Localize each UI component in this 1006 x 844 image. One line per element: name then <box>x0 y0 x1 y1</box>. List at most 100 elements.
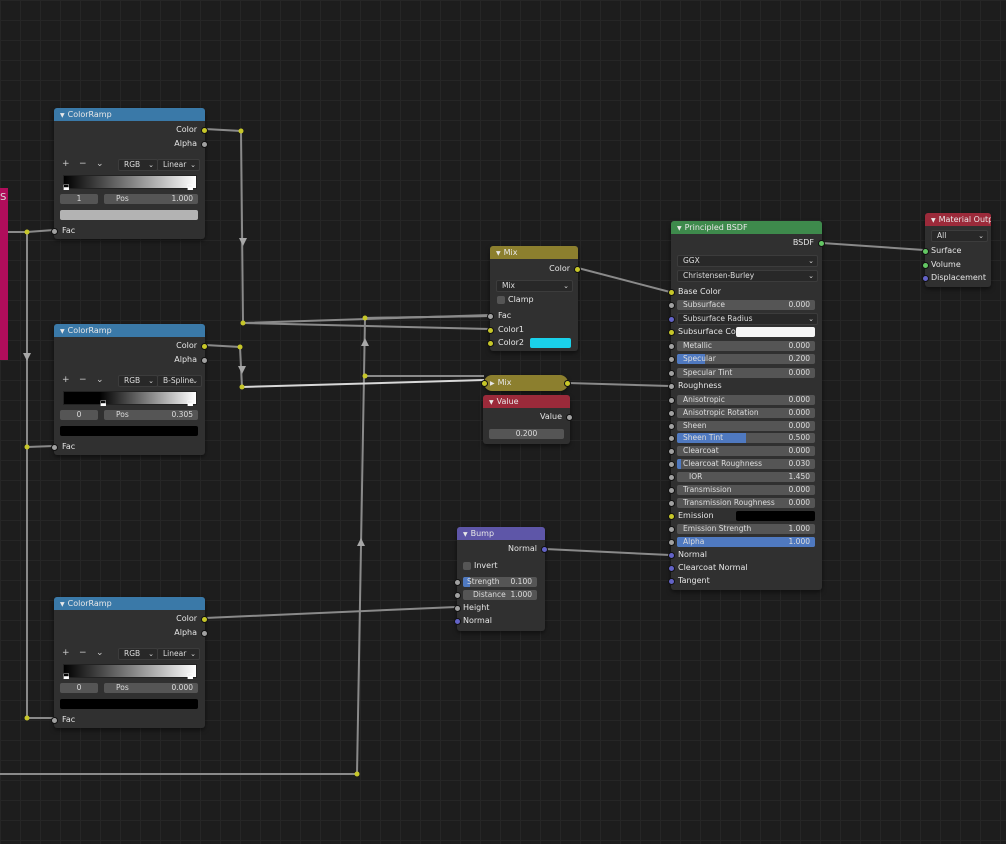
input-sheen-tint-socket[interactable] <box>668 435 675 442</box>
input-height-socket[interactable] <box>454 605 461 612</box>
specular-field[interactable]: Specular 0.200 <box>677 354 815 364</box>
add-stop-button[interactable]: + <box>62 648 70 658</box>
output-color-socket[interactable] <box>564 380 571 387</box>
bump-node[interactable]: ▼ Bump Normal Invert Strength 0.100 Distan… <box>454 527 548 631</box>
emission-strength-field[interactable]: Emission Strength 1.000 <box>677 524 815 534</box>
ramp-menu-button[interactable]: ⌄ <box>96 648 104 658</box>
input-color2-socket[interactable] <box>487 340 494 347</box>
ramp-menu-button[interactable]: ⌄ <box>96 159 104 169</box>
input-tangent-socket[interactable] <box>668 578 675 585</box>
value-node[interactable]: ▼ Value Value 0.200 <box>483 395 573 444</box>
stop-color-swatch[interactable] <box>60 210 198 220</box>
stop-handle-1[interactable]: ⬓ <box>187 399 194 407</box>
input-ior-socket[interactable] <box>668 474 675 481</box>
input-clearcoat-roughness-socket[interactable] <box>668 461 675 468</box>
stop-handle-1[interactable]: ⬓ <box>187 672 194 680</box>
color-ramp-gradient[interactable] <box>63 391 197 405</box>
colorramp-node-2[interactable]: ▼ ColorRamp Color Alpha + − ⌄ RGB ⌄ B-Spli… <box>51 324 208 455</box>
input-fac-socket[interactable] <box>51 444 58 451</box>
output-color-socket[interactable] <box>201 616 208 623</box>
input-clearcoat-socket[interactable] <box>668 448 675 455</box>
clamp-checkbox[interactable] <box>497 296 505 304</box>
interpolation-dropdown[interactable]: Linear ⌄ <box>157 159 200 171</box>
subsurface-field[interactable]: Subsurface 0.000 <box>677 300 815 310</box>
target-dropdown[interactable]: All ⌄ <box>931 230 988 242</box>
stop-handle-0[interactable]: ⬓ <box>100 399 107 407</box>
stop-index-field[interactable]: 0 <box>60 410 98 420</box>
input-emission-socket[interactable] <box>668 513 675 520</box>
node-header[interactable]: ▼ ColorRamp <box>54 108 205 121</box>
stop-handle-0[interactable]: ⬓ <box>63 672 70 680</box>
node-header[interactable]: ▼ Principled BSDF <box>671 221 822 234</box>
color-mode-dropdown[interactable]: RGB ⌄ <box>118 648 158 660</box>
remove-stop-button[interactable]: − <box>79 159 87 169</box>
stop-index-field[interactable]: 0 <box>60 683 98 693</box>
collapse-icon[interactable]: ▼ <box>677 225 682 232</box>
collapse-icon[interactable]: ▼ <box>60 328 65 335</box>
emission-color-swatch[interactable] <box>736 511 815 521</box>
collapse-icon[interactable]: ▼ <box>496 250 501 257</box>
input-metallic-socket[interactable] <box>668 343 675 350</box>
stop-handle-0[interactable]: ⬓ <box>63 183 70 191</box>
pos-field[interactable]: Pos 1.000 <box>104 194 198 204</box>
input-normal-socket[interactable] <box>454 618 461 625</box>
input-anisotropic-rotation-socket[interactable] <box>668 410 675 417</box>
strength-field[interactable]: Strength 0.100 <box>463 577 537 587</box>
input-emission-strength-socket[interactable] <box>668 526 675 533</box>
ior-field[interactable]: IOR 1.450 <box>677 472 815 482</box>
output-bsdf-socket[interactable] <box>818 240 825 247</box>
input-roughness-socket[interactable] <box>668 383 675 390</box>
input-fac-socket[interactable] <box>487 313 494 320</box>
interpolation-dropdown[interactable]: B-Spline ⌄ <box>157 375 202 387</box>
transmission-field[interactable]: Transmission 0.000 <box>677 485 815 495</box>
node-header[interactable]: ▼ Mix <box>490 246 578 259</box>
mix-node-collapsed[interactable]: ▶ Mix <box>481 375 571 391</box>
distance-field[interactable]: Distance 1.000 <box>463 590 537 600</box>
input-displacement-socket[interactable] <box>922 275 929 282</box>
input-socket[interactable] <box>481 380 488 387</box>
sheen-tint-field[interactable]: Sheen Tint 0.500 <box>677 433 815 443</box>
output-color-socket[interactable] <box>574 266 581 273</box>
transmission-roughness-field[interactable]: Transmission Roughness 0.000 <box>677 498 815 508</box>
distribution-dropdown[interactable]: GGX ⌄ <box>677 255 818 267</box>
input-normal-socket[interactable] <box>668 552 675 559</box>
mix-node[interactable]: ▼ Mix Color Mix ⌄ Clamp Fac Color1 Color2 <box>487 246 581 351</box>
input-subsurface-color-socket[interactable] <box>668 329 675 336</box>
output-alpha-socket[interactable] <box>201 141 208 148</box>
input-specular-tint-socket[interactable] <box>668 370 675 377</box>
subsurface-radius-dropdown[interactable]: Subsurface Radius ⌄ <box>677 313 818 325</box>
material-output-node[interactable]: ▼Material Outpu All ⌄ Surface Volume Disp… <box>922 213 991 287</box>
input-color1-socket[interactable] <box>487 327 494 334</box>
input-anisotropic-socket[interactable] <box>668 397 675 404</box>
stop-handle-1[interactable]: ⬓ <box>187 183 194 191</box>
stop-color-swatch[interactable] <box>60 426 198 436</box>
output-color-socket[interactable] <box>201 127 208 134</box>
input-volume-socket[interactable] <box>922 262 929 269</box>
output-normal-socket[interactable] <box>541 546 548 553</box>
add-stop-button[interactable]: + <box>62 375 70 385</box>
subsurface-method-dropdown[interactable]: Christensen-Burley ⌄ <box>677 270 818 282</box>
node-header[interactable]: ▼Material Outpu <box>925 213 991 226</box>
input-transmission-socket[interactable] <box>668 487 675 494</box>
alpha-field[interactable]: Alpha 1.000 <box>677 537 815 547</box>
color-mode-dropdown[interactable]: RGB ⌄ <box>118 159 158 171</box>
output-alpha-socket[interactable] <box>201 357 208 364</box>
colorramp-node-3[interactable]: ▼ ColorRamp Color Alpha + − ⌄ RGB ⌄ Linear… <box>51 597 208 728</box>
output-alpha-socket[interactable] <box>201 630 208 637</box>
input-subsurface-socket[interactable] <box>668 302 675 309</box>
expand-icon[interactable]: ▶ <box>490 380 495 387</box>
color-ramp-gradient[interactable] <box>63 664 197 678</box>
input-clearcoat-normal-socket[interactable] <box>668 565 675 572</box>
interpolation-dropdown[interactable]: Linear ⌄ <box>157 648 200 660</box>
input-specular-socket[interactable] <box>668 356 675 363</box>
clearcoat-roughness-field[interactable]: Clearcoat Roughness 0.030 <box>677 459 815 469</box>
collapse-icon[interactable]: ▼ <box>60 112 65 119</box>
node-header[interactable]: ▼ ColorRamp <box>54 324 205 337</box>
output-color-socket[interactable] <box>201 343 208 350</box>
value-field[interactable]: 0.200 <box>489 429 564 439</box>
color2-swatch[interactable] <box>530 338 571 348</box>
input-distance-socket[interactable] <box>454 592 461 599</box>
remove-stop-button[interactable]: − <box>79 648 87 658</box>
node-header[interactable]: ▼ Value <box>483 395 570 408</box>
blend-type-dropdown[interactable]: Mix ⌄ <box>496 280 573 292</box>
